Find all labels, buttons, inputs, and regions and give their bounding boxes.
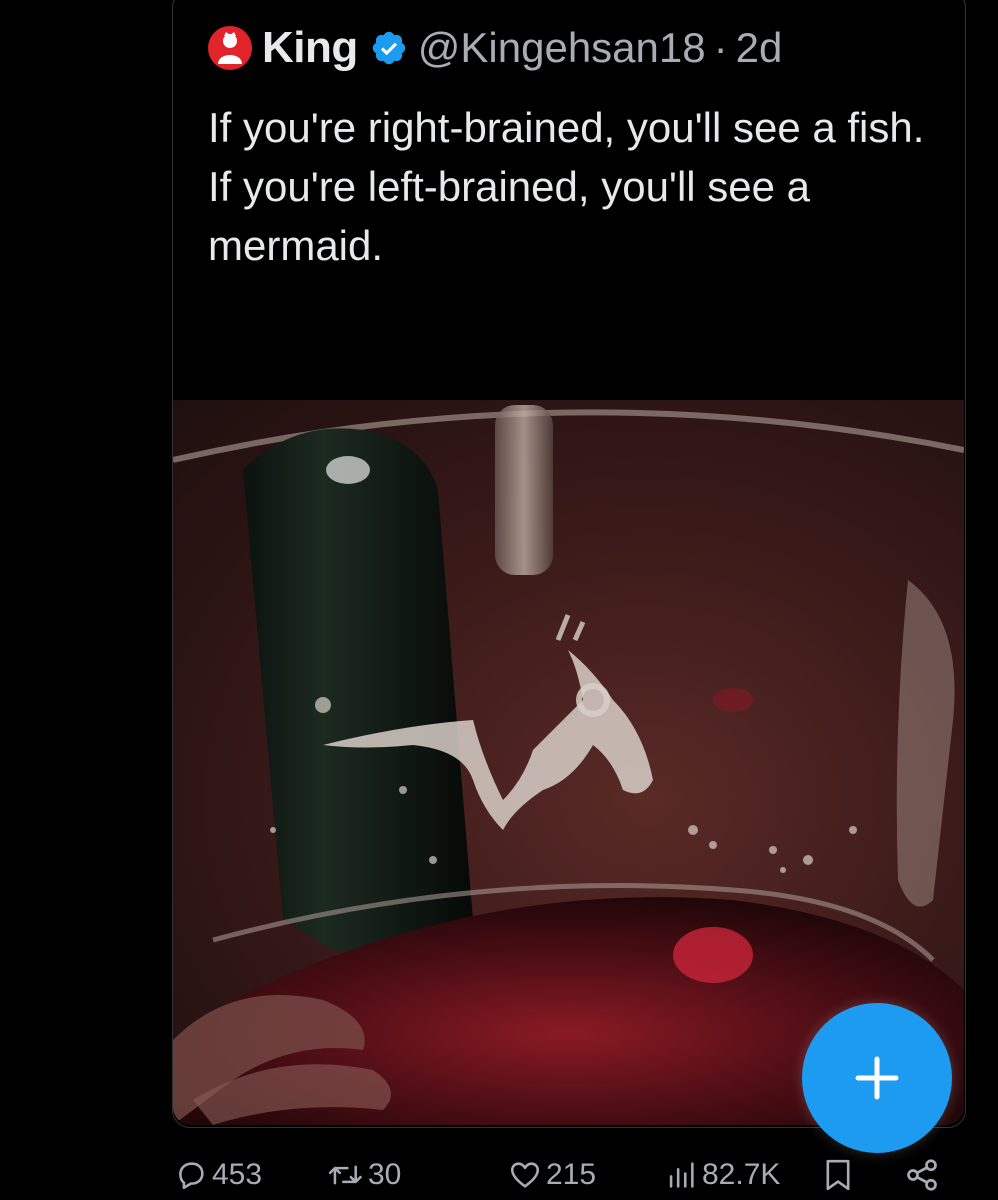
verified-badge-icon (372, 31, 405, 65)
bookmark-button[interactable] (822, 1150, 854, 1200)
avatar-figure-icon (218, 32, 242, 64)
plus-icon (855, 1056, 899, 1100)
bookmark-icon (826, 1159, 850, 1191)
repost-count: 30 (368, 1158, 402, 1191)
tweet-actions-bar: 453 30 215 82.7K (170, 1150, 970, 1200)
like-button[interactable]: 215 (508, 1150, 596, 1200)
compose-button[interactable] (802, 1003, 952, 1153)
share-icon (907, 1159, 937, 1191)
tweet-text: If you're right-brained, you'll see a fi… (208, 104, 925, 269)
like-count: 215 (546, 1158, 597, 1191)
heart-icon (510, 1162, 540, 1188)
tweet-header: King @Kingehsan18 · 2d (208, 20, 782, 76)
timestamp[interactable]: 2d (736, 24, 783, 72)
repost-button[interactable]: 30 (328, 1150, 401, 1200)
avatar[interactable] (208, 26, 252, 70)
user-handle[interactable]: @Kingehsan18 (418, 24, 706, 72)
views-chart-icon (669, 1162, 694, 1188)
separator-dot: · (713, 24, 728, 71)
reply-icon (179, 1162, 204, 1190)
view-count: 82.7K (702, 1158, 781, 1191)
display-name[interactable]: King (262, 23, 358, 73)
views-button[interactable]: 82.7K (664, 1150, 780, 1200)
reply-button[interactable]: 453 (174, 1150, 262, 1200)
repost-icon (328, 1165, 362, 1185)
share-button[interactable] (904, 1150, 940, 1200)
reply-count: 453 (212, 1158, 263, 1191)
